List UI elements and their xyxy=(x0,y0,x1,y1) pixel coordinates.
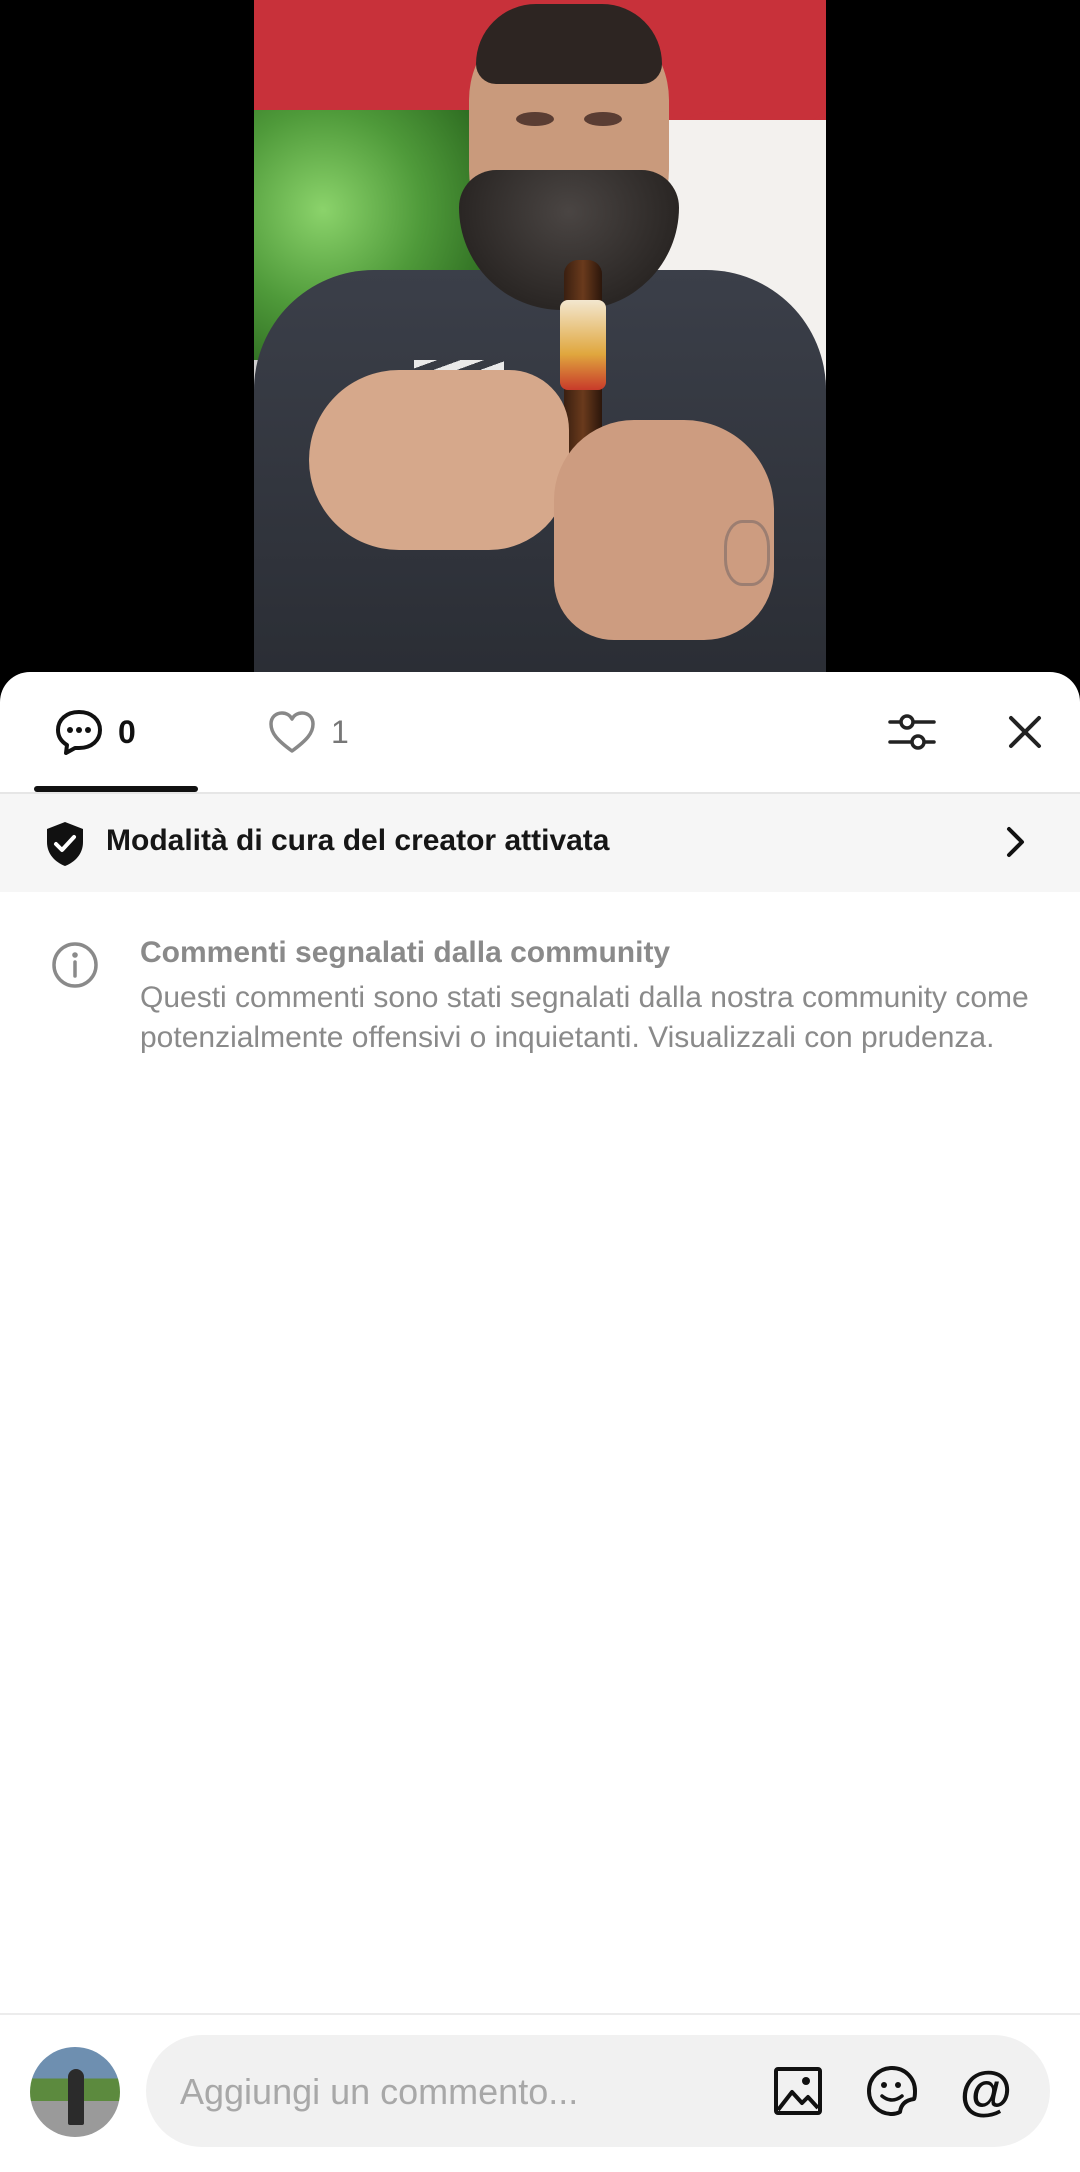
at-icon[interactable]: @ xyxy=(956,2061,1016,2121)
tab-bar: 0 1 xyxy=(0,672,1080,794)
bottle-label xyxy=(560,300,606,390)
avatar-figure xyxy=(68,2069,84,2125)
video-area[interactable] xyxy=(0,0,1080,700)
close-button[interactable] xyxy=(995,702,1055,762)
likes-count: 1 xyxy=(331,713,349,750)
tab-likes[interactable]: 1 xyxy=(267,672,349,792)
tattoo xyxy=(724,520,770,586)
info-icon xyxy=(52,942,98,988)
banner-text: Modalità di cura del creator attivata xyxy=(106,824,610,857)
comment-composer: Aggiungi un commento... @ xyxy=(0,2013,1080,2172)
video-frame[interactable] xyxy=(254,0,826,672)
flagged-comments-notice: Commenti segnalati dalla community Quest… xyxy=(0,912,1080,1112)
eye-right xyxy=(584,112,622,126)
sliders-icon xyxy=(888,714,936,750)
shield-check-icon xyxy=(47,822,83,866)
comment-bubble-icon xyxy=(56,710,102,755)
comments-sheet: 0 1 Modalità di cura del creator attivat… xyxy=(0,672,1080,2172)
hand-left xyxy=(309,370,569,550)
avatar[interactable] xyxy=(30,2047,120,2137)
active-tab-indicator xyxy=(34,786,198,792)
image-icon xyxy=(774,2067,822,2115)
filter-button[interactable] xyxy=(882,702,942,762)
comment-input[interactable]: Aggiungi un commento... @ xyxy=(146,2035,1050,2147)
comment-input-placeholder: Aggiungi un commento... xyxy=(180,2071,579,2112)
notice-body: Questi commenti sono stati segnalati dal… xyxy=(140,981,1029,1054)
tab-comments[interactable]: 0 xyxy=(54,672,136,792)
sticker-button[interactable] xyxy=(862,2061,922,2121)
hair xyxy=(476,4,662,84)
close-icon xyxy=(1009,716,1041,748)
chevron-right-icon xyxy=(1007,827,1024,857)
image-button[interactable] xyxy=(768,2061,828,2121)
heart-icon xyxy=(269,711,315,753)
creator-care-banner[interactable]: Modalità di cura del creator attivata xyxy=(0,794,1080,892)
sticker-icon xyxy=(867,2066,917,2116)
comments-count: 0 xyxy=(118,713,136,750)
notice-title: Commenti segnalati dalla community xyxy=(140,936,671,969)
eye-left xyxy=(516,112,554,126)
